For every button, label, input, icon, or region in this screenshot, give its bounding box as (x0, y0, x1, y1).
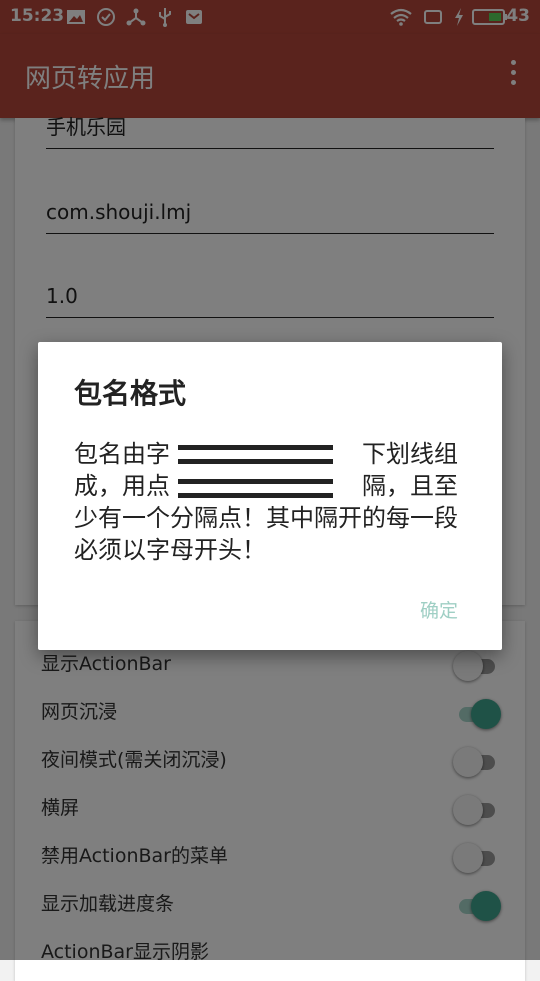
dialog-message: 包名由字 下划线组成，用点 隔，且至少有一个分隔点！其中隔开的每一段必须以字母开… (74, 440, 458, 564)
redaction-mark (178, 493, 333, 498)
redaction-mark (178, 479, 333, 484)
dialog-title: 包名格式 (74, 377, 187, 410)
ok-button[interactable]: 确定 (420, 596, 458, 623)
redaction-mark (178, 459, 333, 464)
package-format-dialog: 包名格式 包名由字 下划线组成，用点 隔，且至少有一个分隔点！其中隔开的每一段必… (38, 342, 502, 650)
redaction-mark (178, 445, 333, 450)
